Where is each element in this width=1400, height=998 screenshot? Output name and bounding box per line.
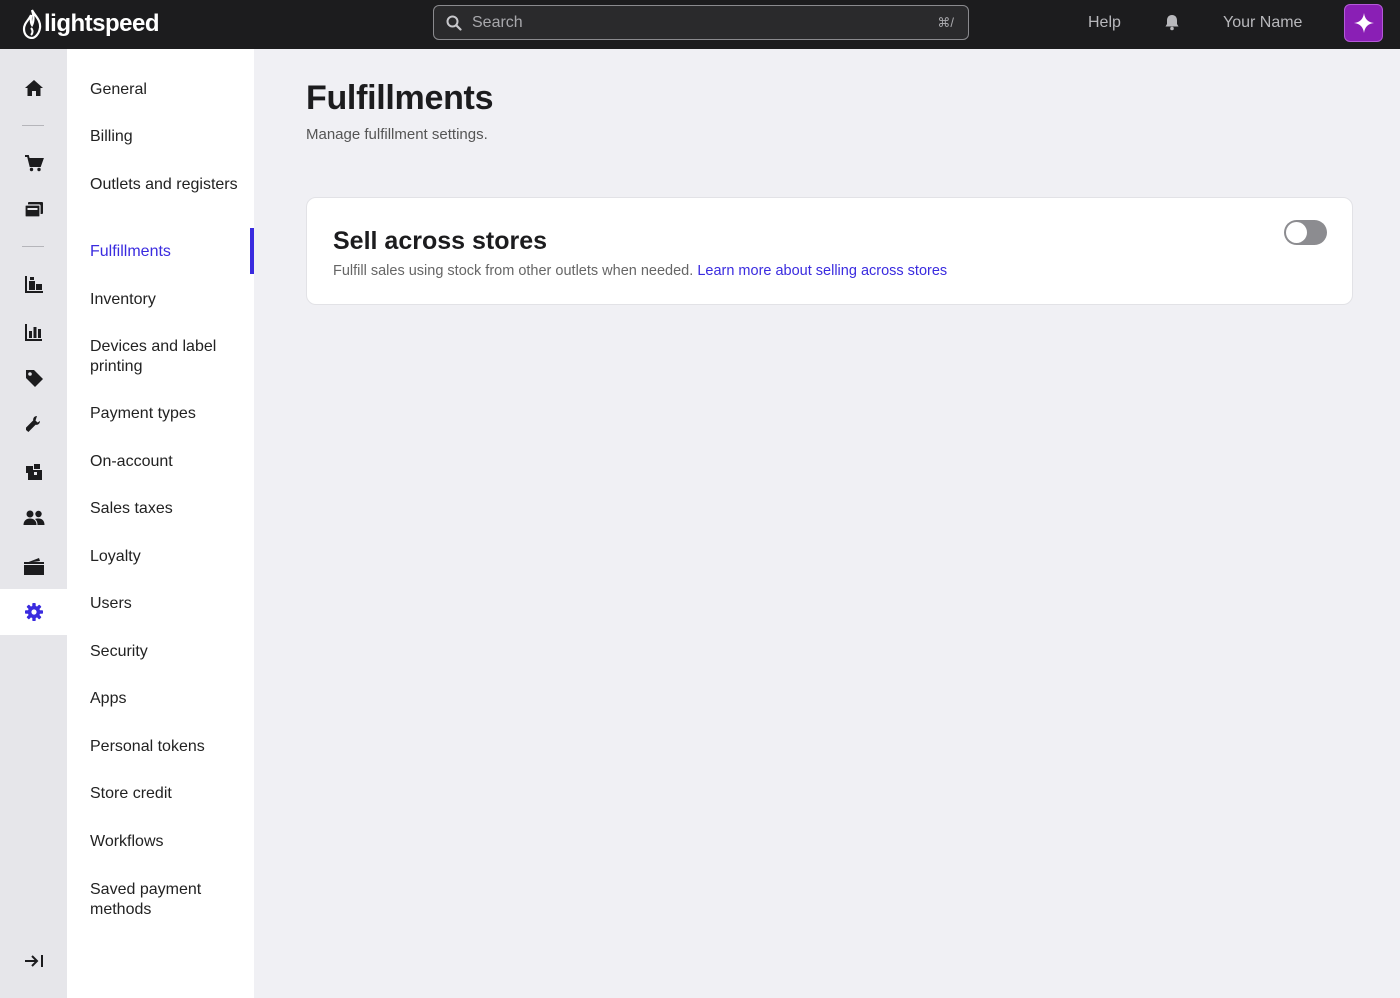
ai-assistant-button[interactable] [1344, 4, 1383, 42]
cart-icon [24, 155, 44, 172]
sell-across-stores-toggle[interactable] [1284, 220, 1327, 245]
rail-sell[interactable] [0, 140, 67, 186]
customers-icon [23, 510, 44, 525]
nav-item-workflows[interactable]: Workflows [90, 832, 250, 852]
nav-item-sales-taxes[interactable]: Sales taxes [90, 499, 250, 519]
collapse-icon [24, 955, 43, 967]
logo-text: lightspeed [44, 10, 160, 37]
nav-item-fulfillments[interactable]: Fulfillments [90, 242, 250, 262]
rail-collapse-button[interactable] [0, 938, 67, 984]
nav-item-users[interactable]: Users [90, 594, 250, 614]
rail-register[interactable] [0, 186, 67, 232]
rail-tools[interactable] [0, 401, 67, 447]
help-link[interactable]: Help [1088, 14, 1121, 32]
rail-divider [22, 125, 44, 126]
rail-promotions[interactable] [0, 355, 67, 401]
card-description: Fulfill sales using stock from other out… [333, 263, 947, 279]
nav-item-store-credit[interactable]: Store credit [90, 784, 250, 804]
settings-nav: General Billing Outlets and registers Fu… [67, 49, 254, 998]
rail-ecommerce[interactable] [0, 543, 67, 589]
nav-item-general[interactable]: General [90, 80, 250, 100]
nav-item-apps[interactable]: Apps [90, 689, 250, 709]
tag-icon [25, 370, 43, 387]
main-nav-rail [0, 49, 67, 998]
notifications-button[interactable] [1163, 13, 1181, 36]
learn-more-link[interactable]: Learn more about selling across stores [697, 263, 947, 279]
catalog-icon [25, 464, 42, 480]
home-icon [24, 80, 43, 96]
wallet-icon [23, 558, 44, 575]
rail-inventory[interactable] [0, 261, 67, 307]
settings-icon [24, 603, 43, 621]
rail-settings[interactable] [0, 589, 67, 635]
nav-item-on-account[interactable]: On-account [90, 452, 250, 472]
nav-item-billing[interactable]: Billing [90, 127, 250, 147]
toggle-knob [1286, 222, 1307, 243]
user-menu[interactable]: Your Name [1223, 14, 1302, 32]
search-bar[interactable]: ⌘/ [433, 5, 969, 40]
nav-item-devices-and-label-printing[interactable]: Devices and label printing [90, 337, 250, 377]
search-input[interactable] [472, 13, 912, 32]
page-title: Fulfillments [306, 79, 494, 117]
page-subtitle: Manage fulfillment settings. [306, 126, 488, 143]
flame-icon [22, 9, 42, 39]
search-icon [446, 15, 462, 31]
nav-item-payment-types[interactable]: Payment types [90, 404, 250, 424]
card-description-text: Fulfill sales using stock from other out… [333, 263, 694, 279]
inventory-icon [24, 276, 43, 293]
reports-icon [24, 324, 42, 341]
sparkle-icon [1353, 13, 1374, 33]
rail-divider [22, 246, 44, 247]
nav-item-security[interactable]: Security [90, 642, 250, 662]
rail-catalog[interactable] [0, 449, 67, 495]
search-shortcut-hint: ⌘/ [937, 15, 954, 30]
lightspeed-logo[interactable]: lightspeed [22, 8, 160, 40]
sell-across-stores-card: Sell across stores Fulfill sales using s… [306, 197, 1353, 305]
nav-item-loyalty[interactable]: Loyalty [90, 547, 250, 567]
card-title: Sell across stores [333, 227, 548, 255]
nav-item-outlets-and-registers[interactable]: Outlets and registers [90, 175, 250, 195]
rail-home[interactable] [0, 65, 67, 111]
rail-reports[interactable] [0, 309, 67, 355]
bell-icon [1165, 15, 1179, 31]
nav-item-inventory[interactable]: Inventory [90, 290, 250, 310]
active-nav-indicator [250, 228, 254, 274]
nav-item-saved-payment-methods[interactable]: Saved payment methods [90, 880, 250, 920]
nav-item-personal-tokens[interactable]: Personal tokens [90, 737, 250, 757]
top-bar: lightspeed ⌘/ Help Your Name [0, 0, 1400, 49]
rail-customers[interactable] [0, 495, 67, 541]
wrench-icon [25, 416, 40, 432]
register-icon [23, 202, 43, 218]
